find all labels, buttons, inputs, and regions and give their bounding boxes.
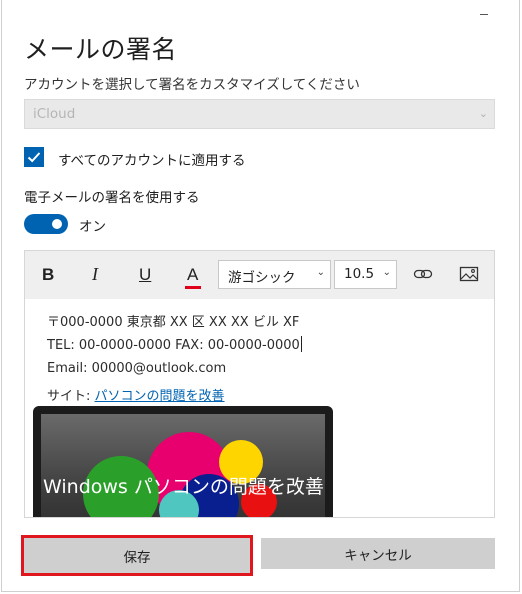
text-caret [300,336,302,352]
signature-line-email: Email: 00000@outlook.com [47,361,227,376]
banner-screen: Windows パソコンの問題を改善 [41,414,325,517]
account-select[interactable]: iCloud ⌄ [24,99,495,129]
chevron-down-icon: ⌄ [478,107,488,120]
signature-banner-image: Windows パソコンの問題を改善 [33,406,333,517]
minimize-icon[interactable] [470,6,492,28]
underline-button[interactable]: U [139,265,151,285]
signature-line-address: 〒000-0000 東京都 XX 区 XX XX ビル XF [47,315,300,330]
site-label: サイト: [47,389,91,404]
toggle-knob [52,219,62,229]
editor-toolbar: B I U A 游ゴシック ⌄ 10.5 ⌄ [25,251,494,299]
site-link[interactable]: パソコンの問題を改善 [95,389,225,404]
font-color-button[interactable]: A [185,265,201,289]
link-icon[interactable] [413,266,433,282]
banner-graphic [83,432,277,517]
account-label: アカウントを選択して署名をカスタマイズしてください [24,77,360,93]
use-signature-label: 電子メールの署名を使用する [24,190,200,206]
apply-all-label: すべてのアカウントに適用する [58,153,246,169]
signature-editor[interactable]: B I U A 游ゴシック ⌄ 10.5 ⌄ 〒000-0000 東京都 XX … [24,250,495,518]
font-size-select[interactable]: 10.5 ⌄ [334,260,397,289]
font-size-value: 10.5 [344,266,375,282]
italic-button[interactable]: I [92,264,98,285]
chevron-down-icon: ⌄ [316,267,325,278]
banner-caption: Windows パソコンの問題を改善 [43,476,324,498]
font-family-select[interactable]: 游ゴシック ⌄ [218,260,331,289]
dialog-title: メールの署名 [24,35,178,64]
font-color-swatch [185,286,201,289]
signature-line-site: サイト: パソコンの問題を改善 [47,385,225,404]
checkmark-icon [27,152,41,163]
font-family-value: 游ゴシック [228,270,296,286]
signature-toggle[interactable] [24,214,68,234]
bold-button[interactable]: B [42,265,54,285]
cancel-button[interactable]: キャンセル [261,538,495,569]
signature-line-phone-text: TEL: 00-0000-0000 FAX: 00-0000-0000 [47,338,300,353]
signature-body[interactable]: 〒000-0000 東京都 XX 区 XX XX ビル XF TEL: 00-0… [25,299,494,517]
save-button[interactable]: 保存 [21,535,253,576]
signature-line-phone: TEL: 00-0000-0000 FAX: 00-0000-0000 [47,336,302,353]
image-icon[interactable] [459,266,479,282]
account-select-value: iCloud [33,106,76,122]
chevron-down-icon: ⌄ [382,267,391,278]
apply-all-checkbox[interactable] [24,147,44,167]
toggle-state-label: オン [79,219,106,235]
font-color-label: A [187,265,199,284]
